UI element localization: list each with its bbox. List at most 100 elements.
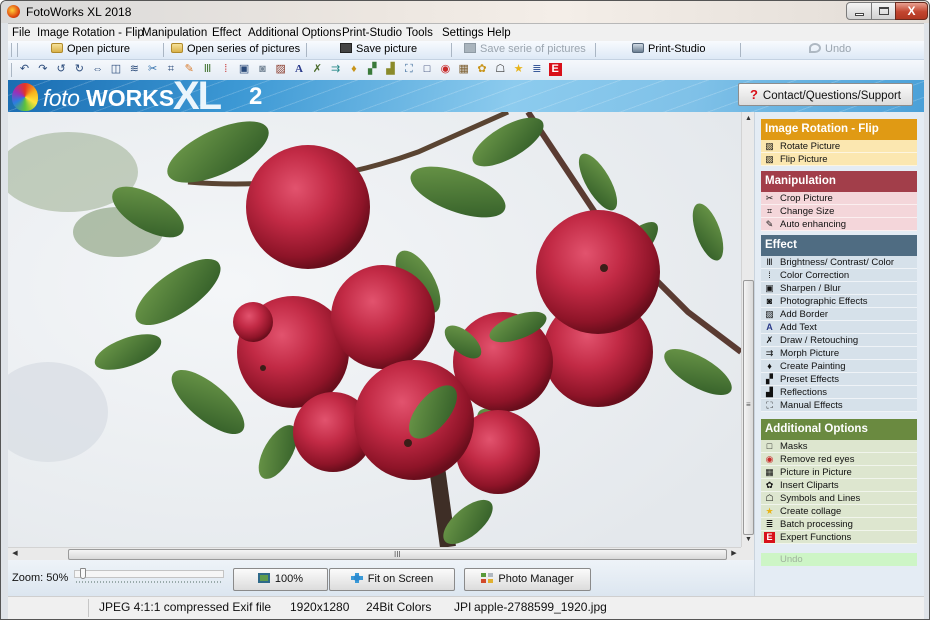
sharpen-icon[interactable]: ▣ <box>238 63 251 76</box>
sidebar-item-add-text[interactable]: A Add Text <box>761 321 917 334</box>
sidebar-section-header[interactable]: Manipulation <box>761 171 917 192</box>
zoom-100-button[interactable]: 100% <box>233 568 328 591</box>
preset-effects-icon[interactable]: ▞ <box>366 63 379 76</box>
painting-icon[interactable]: ♦ <box>347 63 360 76</box>
menu-help[interactable]: Help <box>487 27 511 39</box>
photo-effects-icon[interactable]: ◙ <box>256 63 269 76</box>
sidebar-item-crop-picture[interactable]: ✂ Crop Picture <box>761 192 917 205</box>
close-button[interactable]: X <box>895 2 928 20</box>
brightness-icon[interactable]: Ⅲ <box>201 63 214 76</box>
sidebar-item-photographic-effects[interactable]: ◙ Photographic Effects <box>761 295 917 308</box>
sidebar-item-create-collage[interactable]: ★ Create collage <box>761 505 917 518</box>
picture-in-picture-icon[interactable]: ▦ <box>457 63 470 76</box>
crop-icon[interactable]: ✂ <box>146 63 159 76</box>
border-icon[interactable]: ▨ <box>274 63 287 76</box>
vertical-scroll-thumb[interactable]: ≡ <box>743 280 754 535</box>
sidebar-item-morph-picture[interactable]: ⇉ Morph Picture <box>761 347 917 360</box>
auto-enhance-icon[interactable]: ✎ <box>183 63 196 76</box>
sidebar-section-header[interactable]: Image Rotation - Flip <box>761 119 917 140</box>
sidebar-item-label: Sharpen / Blur <box>780 283 841 294</box>
sidebar-section-header[interactable]: Effect <box>761 235 917 256</box>
masks-icon[interactable]: □ <box>421 63 434 76</box>
zoom-100-label: 100% <box>274 573 304 585</box>
sidebar-undo-button[interactable]: Undo <box>761 553 917 566</box>
sidebar-item-manual-effects[interactable]: ⛶ Manual Effects <box>761 399 917 412</box>
sidebar-item-draw-retouching[interactable]: ✗ Draw / Retouching <box>761 334 917 347</box>
sidebar-item-batch-processing[interactable]: ≣ Batch processing <box>761 518 917 531</box>
menu-effect[interactable]: Effect <box>212 27 241 39</box>
sidebar-item-flip-picture[interactable]: ▨ Flip Picture <box>761 153 917 166</box>
flip-icon[interactable]: ⇔ <box>91 63 104 76</box>
photo-manager-button[interactable]: Photo Manager <box>464 568 591 591</box>
draw-icon[interactable]: ✗ <box>311 63 324 76</box>
title-bar: FotoWorks XL 2018 X <box>1 1 929 23</box>
scroll-right-arrow-icon[interactable]: ▶ <box>728 548 740 560</box>
fit-on-screen-button[interactable]: Fit on Screen <box>329 568 455 591</box>
horizontal-scrollbar[interactable]: ◀ III ▶ <box>8 547 741 560</box>
horizontal-scroll-thumb[interactable]: III <box>68 549 727 560</box>
menu-tools[interactable]: Tools <box>406 27 433 39</box>
sidebar-item-remove-red-eyes[interactable]: ◉ Remove red eyes <box>761 453 917 466</box>
sidebar-section-header[interactable]: Additional Options <box>761 419 917 440</box>
menu-additional-options[interactable]: Additional Options <box>248 27 341 39</box>
sidebar-item-brightness-contrast-color[interactable]: Ⅲ Brightness/ Contrast/ Color <box>761 256 917 269</box>
sidebar-item-change-size[interactable]: ⌗ Change Size <box>761 205 917 218</box>
pen-nib-icon: ♦ <box>767 361 772 371</box>
icon-toolbar: ↶ ↷ ↺ ↻ ⇔ ◫ ≋ ✂ ⌗ ✎ Ⅲ ⁞ ▣ ◙ ▨ A ✗ ⇉ ♦ ▞ ▟ ⛶ □ ◉ ▦ ✿ ☖ ★ ≣ E <box>8 60 924 80</box>
color-correction-icon[interactable]: ⁞ <box>219 63 232 76</box>
resize-icon[interactable]: ⌗ <box>164 63 177 76</box>
zoom-slider[interactable] <box>74 568 224 586</box>
save-series-button[interactable]: Save serie of pictures <box>464 43 586 58</box>
sidebar-item-picture-in-picture[interactable]: ▦ Picture in Picture <box>761 466 917 479</box>
sidebar-item-rotate-picture[interactable]: ▨ Rotate Picture <box>761 140 917 153</box>
menu-file[interactable]: File <box>12 27 31 39</box>
symbols-icon[interactable]: ☖ <box>494 63 507 76</box>
clipart-icon: ✿ <box>765 480 774 490</box>
text-icon[interactable]: A <box>293 63 306 76</box>
sidebar-item-add-border[interactable]: ▨ Add Border <box>761 308 917 321</box>
zoom-slider-knob[interactable] <box>80 568 86 579</box>
vertical-scrollbar[interactable]: ▲ ≡ ▼ <box>741 112 754 547</box>
open-picture-button[interactable]: Open picture <box>51 43 130 58</box>
rotate-right-icon[interactable]: ↷ <box>36 63 49 76</box>
reflections-icon[interactable]: ▟ <box>384 63 397 76</box>
rotate-cw-icon[interactable]: ↻ <box>73 63 86 76</box>
rotate-left-icon[interactable]: ↶ <box>18 63 31 76</box>
sidebar-item-preset-effects[interactable]: ▞ Preset Effects <box>761 373 917 386</box>
minimize-button[interactable] <box>846 2 872 20</box>
rotate-ccw-icon[interactable]: ↺ <box>55 63 68 76</box>
cliparts-icon[interactable]: ✿ <box>476 63 489 76</box>
sidebar-item-auto-enhancing[interactable]: ✎ Auto enhancing <box>761 218 917 231</box>
sidebar-item-masks[interactable]: □ Masks <box>761 440 917 453</box>
sidebar-item-expert-functions[interactable]: E Expert Functions <box>761 531 917 544</box>
contact-support-button[interactable]: ? Contact/Questions/Support <box>738 83 913 106</box>
sidebar-item-color-correction[interactable]: ⁞ Color Correction <box>761 269 917 282</box>
sidebar-item-sharpen-blur[interactable]: ▣ Sharpen / Blur <box>761 282 917 295</box>
menu-image-rotation[interactable]: Image Rotation - Flip <box>37 27 144 39</box>
maximize-button[interactable] <box>871 2 896 20</box>
wave-icon[interactable]: ≋ <box>128 63 141 76</box>
menu-settings[interactable]: Settings <box>442 27 484 39</box>
menu-print-studio[interactable]: Print-Studio <box>342 27 402 39</box>
sidebar-item-create-painting[interactable]: ♦ Create Painting <box>761 360 917 373</box>
collage-icon[interactable]: ★ <box>512 63 525 76</box>
window-title: FotoWorks XL 2018 <box>26 5 132 19</box>
print-studio-button[interactable]: Print-Studio <box>632 43 705 58</box>
expert-icon[interactable]: E <box>548 63 562 76</box>
save-picture-button[interactable]: Save picture <box>340 43 417 58</box>
sidebar-item-reflections[interactable]: ▟ Reflections <box>761 386 917 399</box>
manual-effects-icon[interactable]: ⛶ <box>402 63 415 76</box>
separator <box>740 43 741 57</box>
sidebar-item-insert-cliparts[interactable]: ✿ Insert Cliparts <box>761 479 917 492</box>
undo-button[interactable]: Undo <box>809 43 851 58</box>
scroll-left-arrow-icon[interactable]: ◀ <box>9 548 21 560</box>
image-viewer[interactable] <box>8 112 741 547</box>
perspective-icon[interactable]: ◫ <box>110 63 123 76</box>
sidebar-item-symbols-and-lines[interactable]: ☖ Symbols and Lines <box>761 492 917 505</box>
reflection-icon: ▟ <box>766 387 773 397</box>
menu-manipulation[interactable]: Manipulation <box>142 27 207 39</box>
batch-icon[interactable]: ≣ <box>530 63 543 76</box>
red-eye-icon[interactable]: ◉ <box>439 63 452 76</box>
morph-icon[interactable]: ⇉ <box>329 63 342 76</box>
open-series-button[interactable]: Open series of pictures <box>171 43 300 58</box>
